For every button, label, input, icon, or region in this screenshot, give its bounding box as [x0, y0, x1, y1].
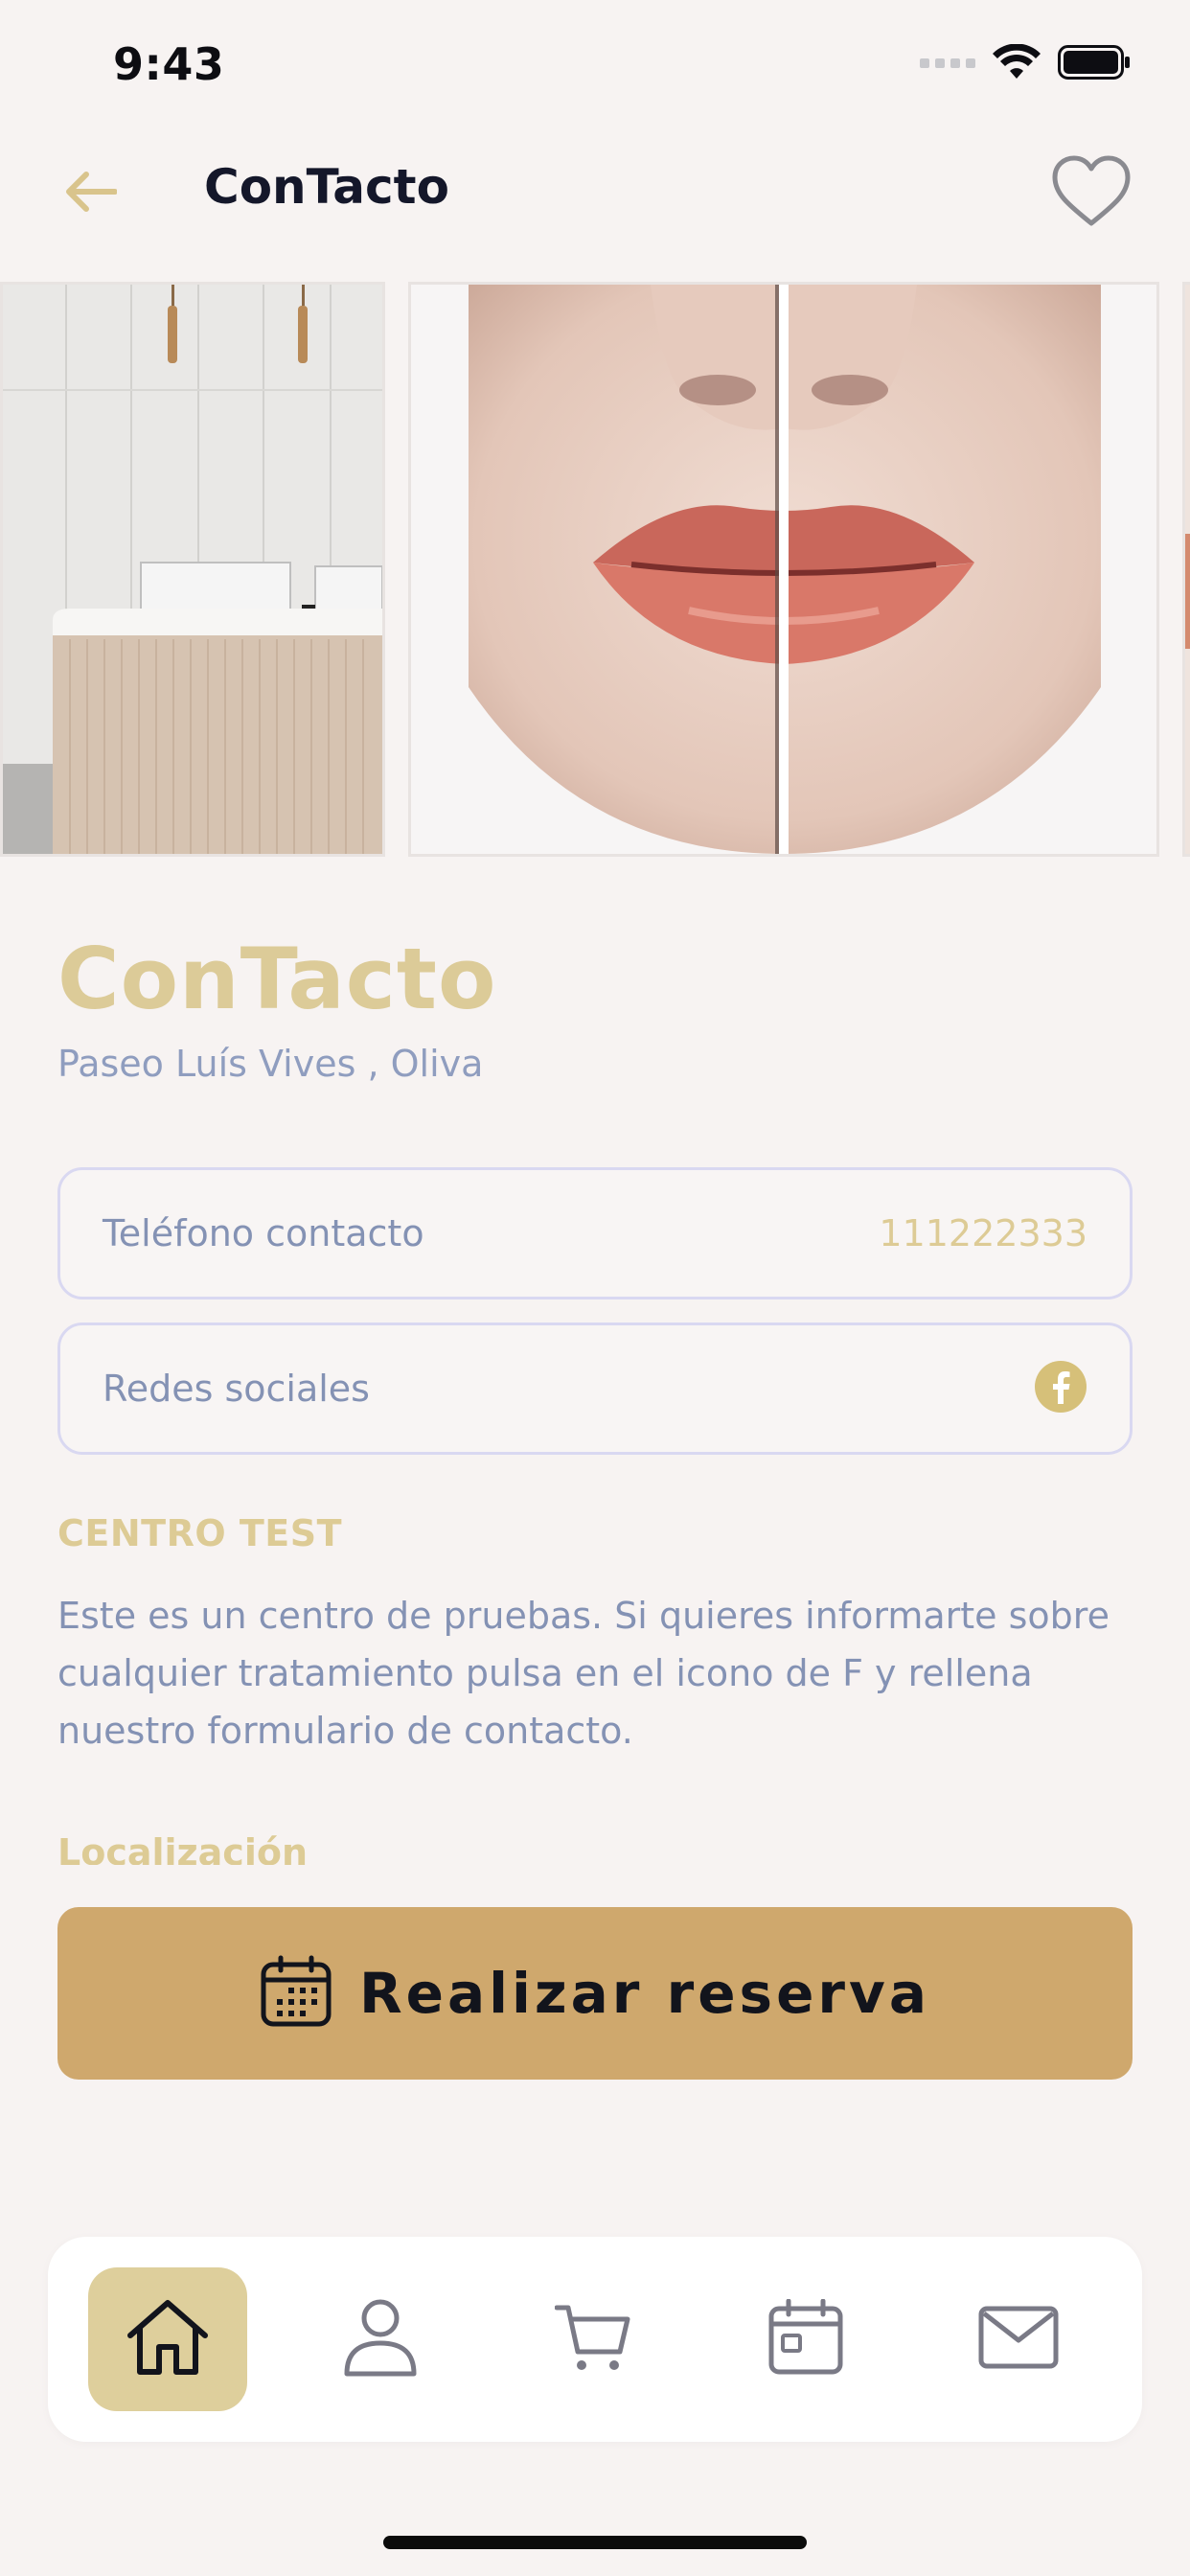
heart-icon [1051, 154, 1132, 231]
location-title: Localización [57, 1831, 309, 1865]
center-name: ConTacto [57, 930, 497, 1028]
reserve-button[interactable]: Realizar reserva [57, 1907, 1133, 2080]
tab-messages[interactable] [939, 2267, 1098, 2411]
social-label: Redes sociales [103, 1368, 370, 1410]
phone-label: Teléfono contacto [103, 1212, 424, 1254]
arrow-left-icon [63, 171, 118, 217]
calendar-icon [260, 1955, 332, 2032]
back-button[interactable] [54, 157, 126, 230]
status-time: 9:43 [113, 38, 225, 90]
about-title: CENTRO TEST [57, 1512, 343, 1554]
home-indicator [383, 2536, 807, 2549]
wifi-icon [993, 43, 1041, 84]
home-icon [125, 2297, 211, 2381]
tab-profile[interactable] [301, 2267, 460, 2411]
mail-icon [978, 2306, 1059, 2373]
battery-icon [1058, 45, 1131, 83]
social-networks-row[interactable]: Redes sociales [57, 1322, 1133, 1455]
center-address: Paseo Luís Vives , Oliva [57, 1043, 484, 1085]
status-bar: 9:43 [0, 0, 1190, 134]
photo-gallery[interactable] [0, 282, 1190, 857]
facebook-icon[interactable] [1034, 1360, 1087, 1417]
tab-home[interactable] [88, 2267, 247, 2411]
phone-contact-row[interactable]: Teléfono contacto 111222333 [57, 1167, 1133, 1300]
signal-icon [920, 55, 975, 74]
user-icon [342, 2297, 419, 2381]
favorite-button[interactable] [1046, 148, 1136, 238]
tab-bar [48, 2237, 1142, 2442]
nav-bar: ConTacto [0, 134, 1190, 288]
phone-value[interactable]: 111222333 [879, 1212, 1087, 1254]
tab-cart[interactable] [514, 2267, 673, 2411]
gallery-photo-lips[interactable] [408, 282, 1159, 857]
cart-icon [554, 2302, 631, 2377]
tab-calendar[interactable] [726, 2267, 885, 2411]
status-icons [920, 43, 1131, 84]
page-title: ConTacto [204, 159, 449, 215]
calendar-icon [767, 2298, 844, 2380]
gallery-photo-reception[interactable] [0, 282, 385, 857]
reserve-label: Realizar reserva [359, 1961, 930, 2026]
gallery-photo-next[interactable] [1182, 282, 1190, 857]
about-description: Este es un centro de pruebas. Si quieres… [57, 1595, 1110, 1752]
